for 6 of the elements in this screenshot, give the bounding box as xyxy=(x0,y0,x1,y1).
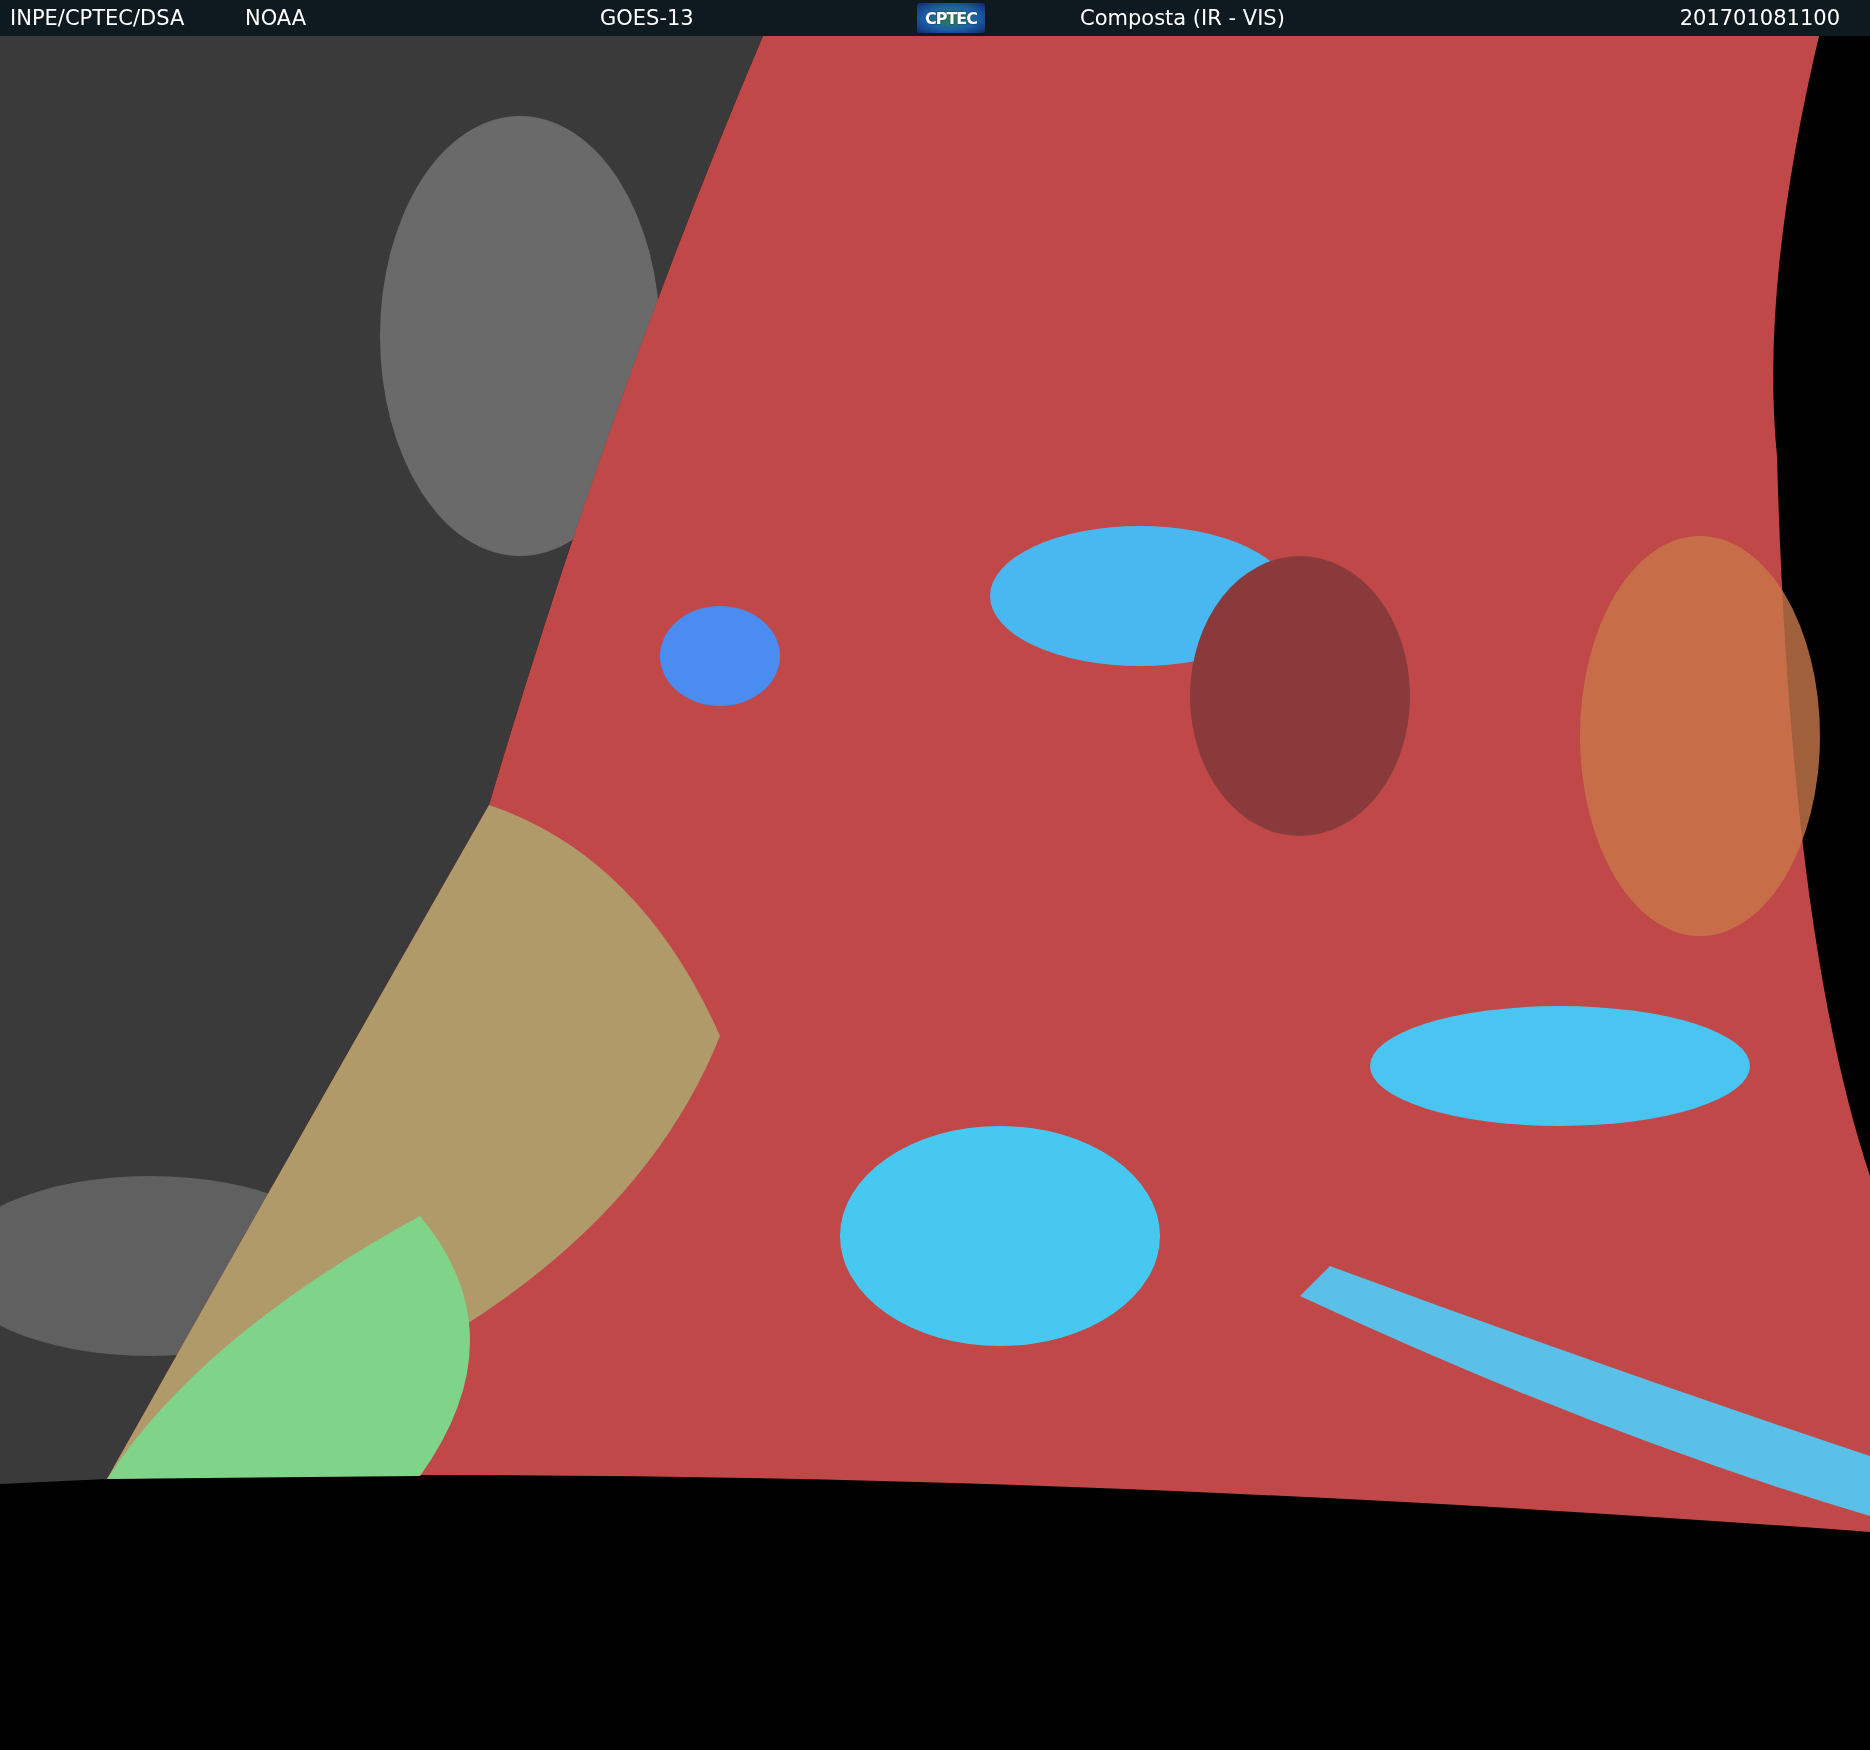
product-label: Composta (IR - VIS) xyxy=(1080,6,1286,30)
partner-label: NOAA xyxy=(245,6,308,30)
satellite-label: GOES-13 xyxy=(600,6,695,30)
agency-label: INPE/CPTEC/DSA xyxy=(10,6,186,30)
logo: CPTEC xyxy=(917,3,985,33)
timestamp-label: 201701081100 xyxy=(1679,6,1840,30)
